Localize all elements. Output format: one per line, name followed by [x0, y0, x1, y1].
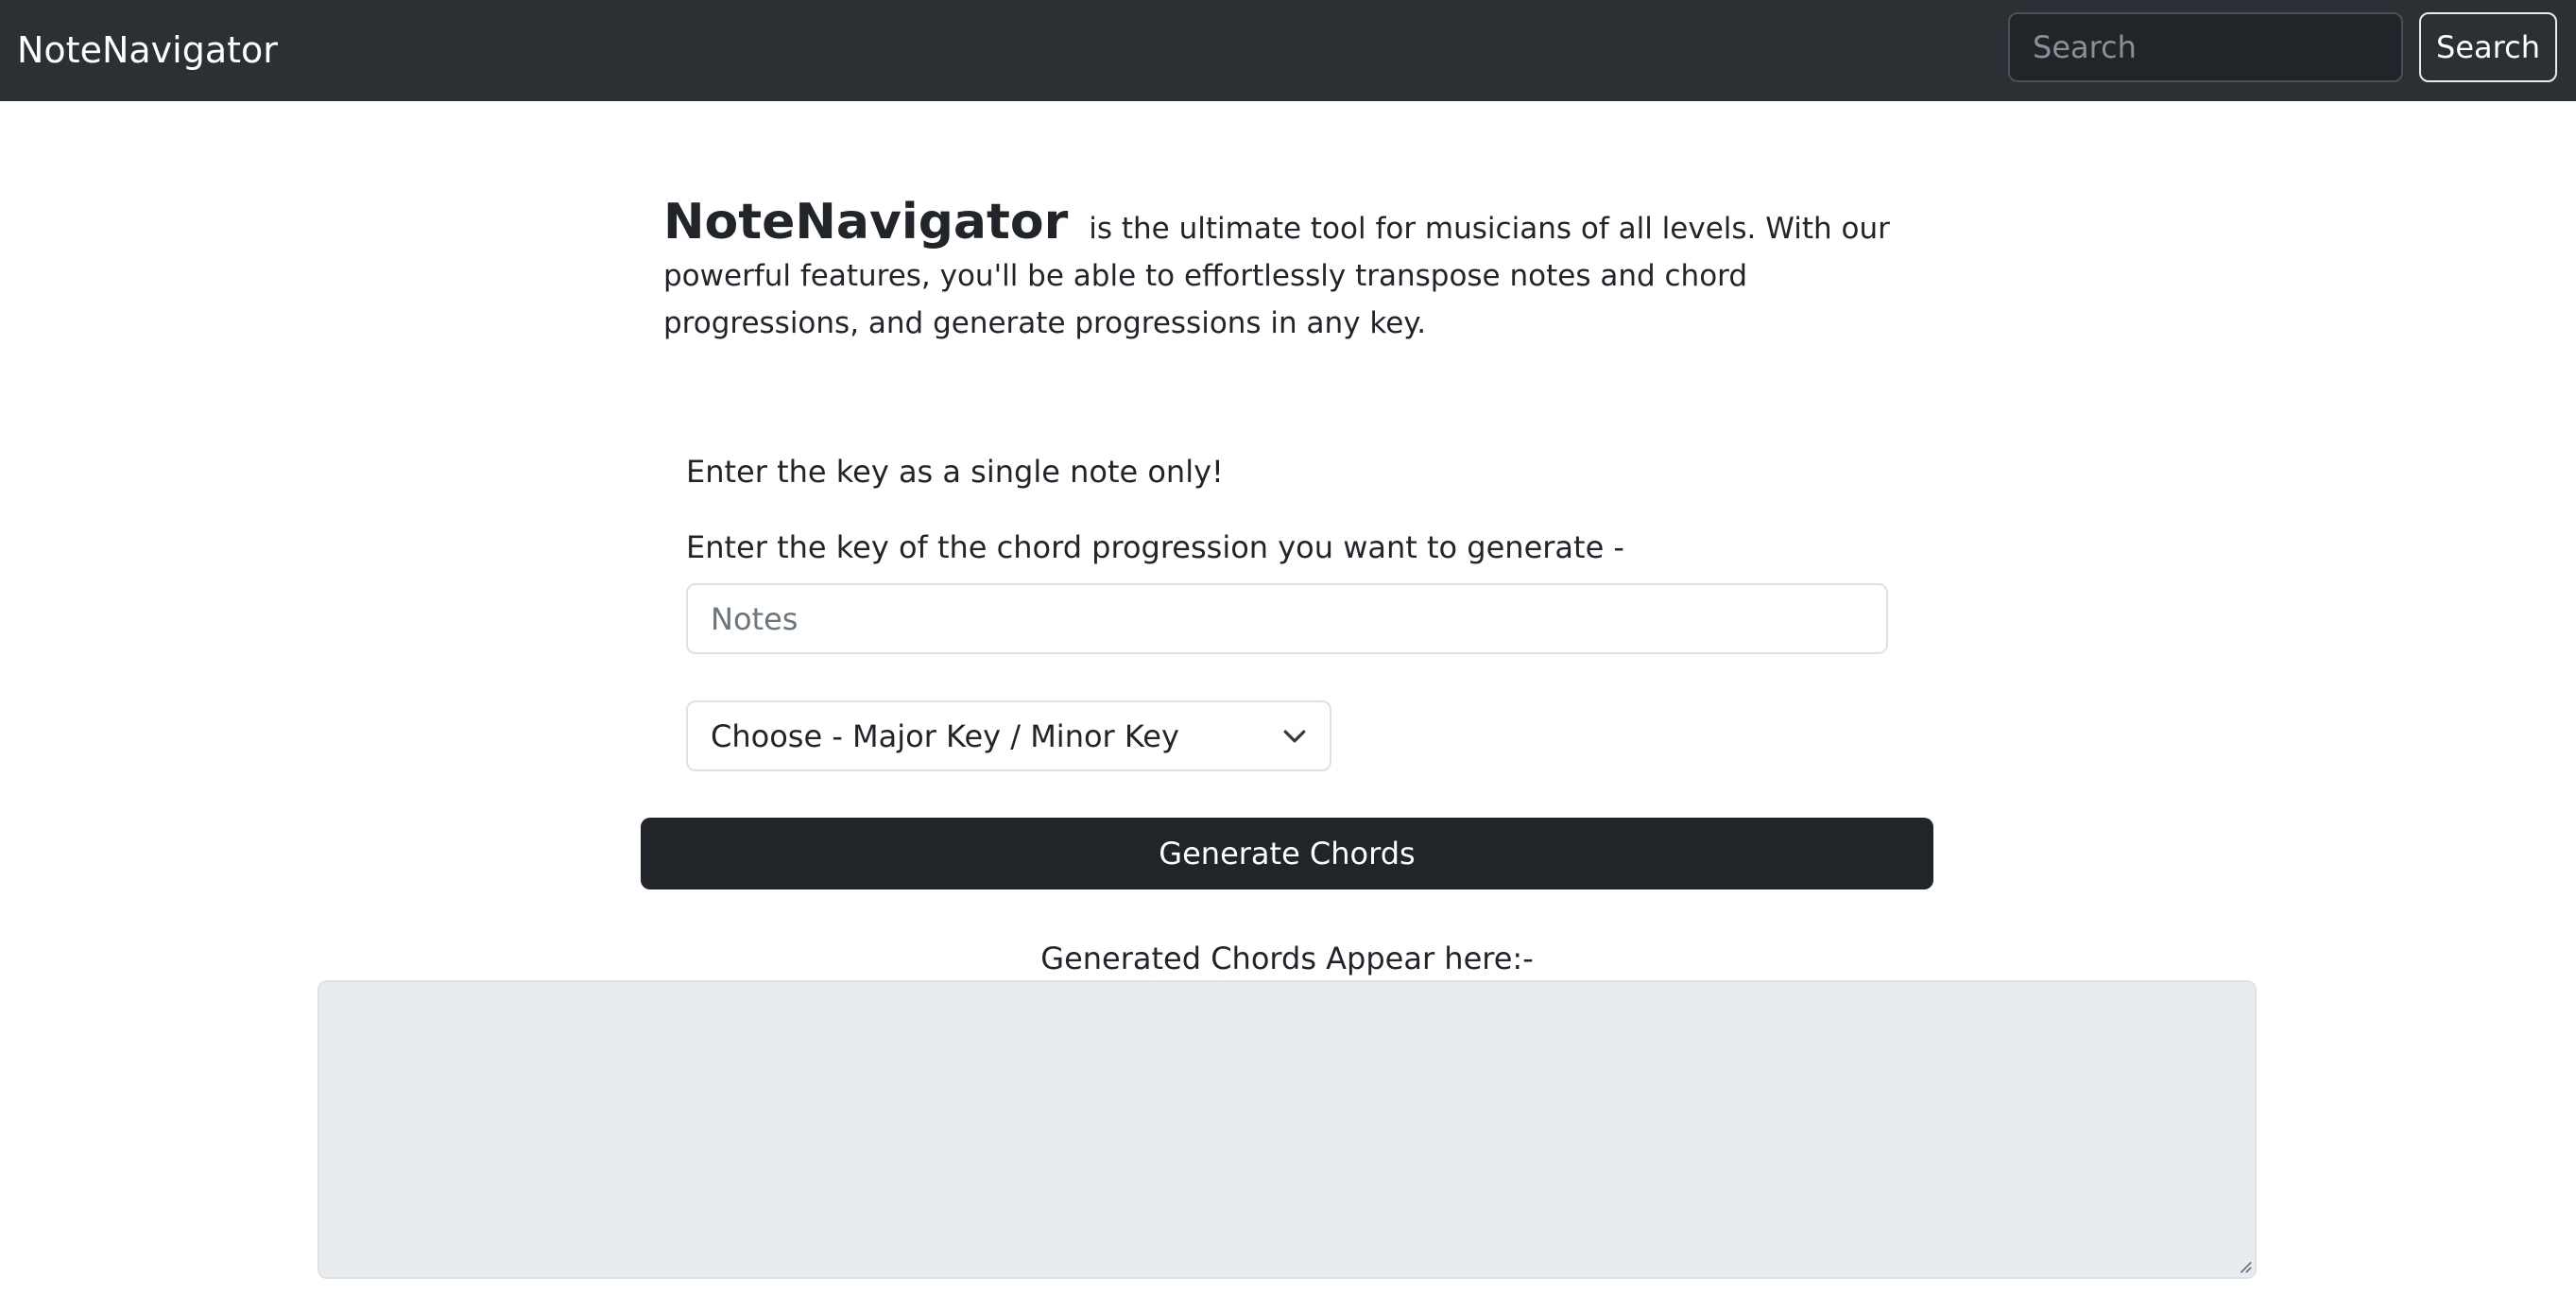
generate-chords-button[interactable]: Generate Chords — [641, 818, 1933, 889]
key-input-label: Enter the key of the chord progression y… — [686, 529, 1624, 565]
key-type-select[interactable]: Choose - Major Key / Minor Key — [686, 700, 1331, 771]
search-button[interactable]: Search — [2419, 12, 2557, 82]
intro-paragraph: NoteNavigator is the ultimate tool for mu… — [663, 198, 1911, 347]
intro-brand-title: NoteNavigator — [663, 194, 1069, 250]
search-input[interactable] — [2008, 12, 2403, 82]
output-label: Generated Chords Appear here:- — [1040, 941, 1534, 976]
notes-input[interactable] — [686, 583, 1888, 654]
navbar: NoteNavigator Search — [0, 0, 2576, 101]
resize-handle-icon[interactable] — [2236, 1257, 2253, 1274]
navbar-brand[interactable]: NoteNavigator — [17, 26, 278, 75]
generated-chords-output[interactable] — [318, 980, 2257, 1279]
key-type-select-value: Choose - Major Key / Minor Key — [711, 717, 1179, 754]
chevron-down-icon — [1283, 730, 1306, 742]
key-hint-text: Enter the key as a single note only! — [686, 454, 1224, 490]
